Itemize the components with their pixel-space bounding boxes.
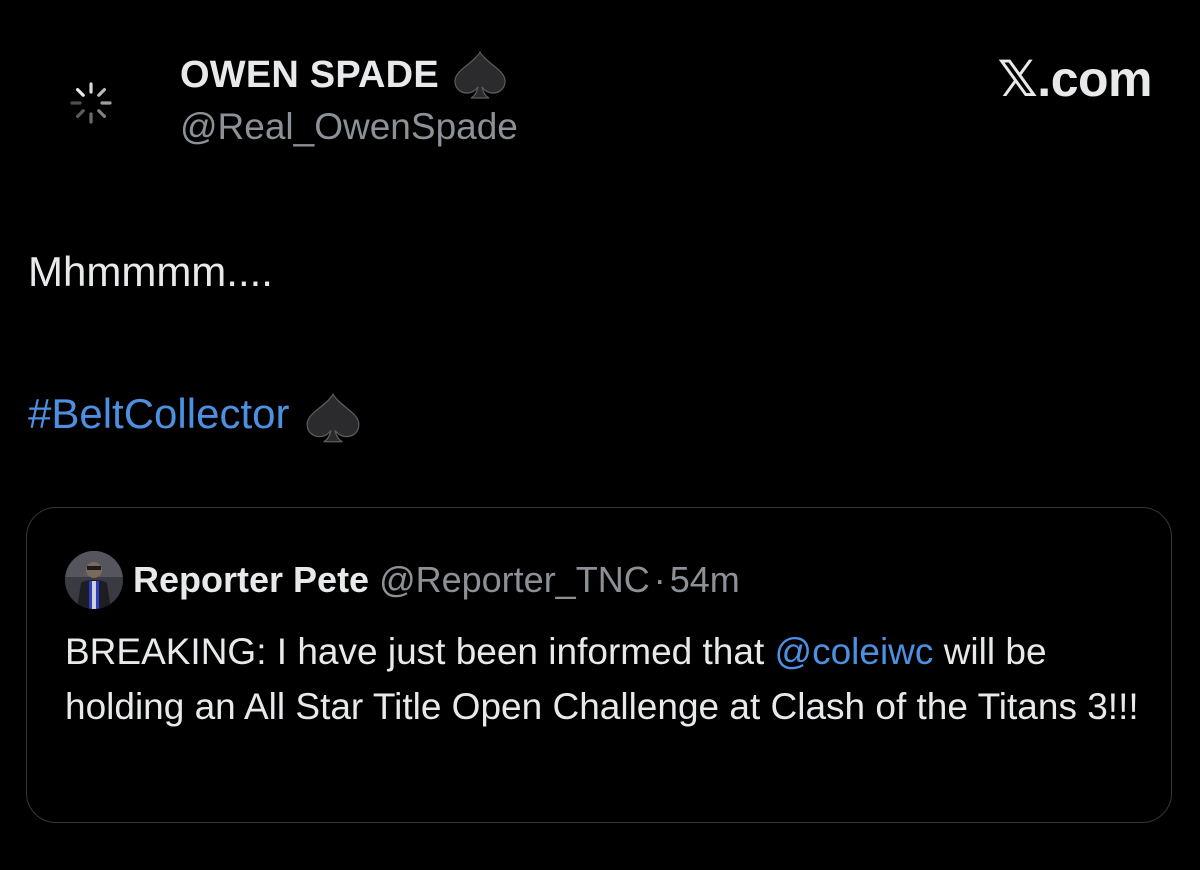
spade-icon [454,50,506,99]
tweet-text: Mhmmmm.... [28,248,273,295]
author-handle[interactable]: @Real_OwenSpade [180,106,518,148]
tweet-hashtag-line: #BeltCollector [28,384,363,444]
separator-dot: · [653,559,666,600]
author-display-name[interactable]: OWEN SPADE [180,50,509,100]
quoted-tweet-timestamp[interactable]: 54m [670,559,740,601]
mention-link[interactable]: @coleiwc [775,631,934,672]
loading-spinner-icon [70,82,112,124]
hashtag-link[interactable]: #BeltCollector [28,390,289,438]
quoted-author-handle[interactable]: @Reporter_TNC [379,559,650,601]
tweet-header: OWEN SPADE @Real_OwenSpade 𝕏.com [0,0,1200,170]
quoted-text-part: BREAKING: I have just been informed that [65,631,775,672]
author-name-text: OWEN SPADE [180,53,439,96]
avatar[interactable] [65,551,123,609]
quoted-tweet-card[interactable]: Reporter Pete @Reporter_TNC · 54m BREAKI… [26,507,1172,823]
quoted-tweet-header: Reporter Pete @Reporter_TNC · 54m [65,550,740,610]
spade-icon [306,392,360,443]
site-watermark: 𝕏.com [997,51,1153,107]
quoted-tweet-text: BREAKING: I have just been informed that… [65,624,1145,734]
quoted-author-name[interactable]: Reporter Pete [133,559,369,601]
